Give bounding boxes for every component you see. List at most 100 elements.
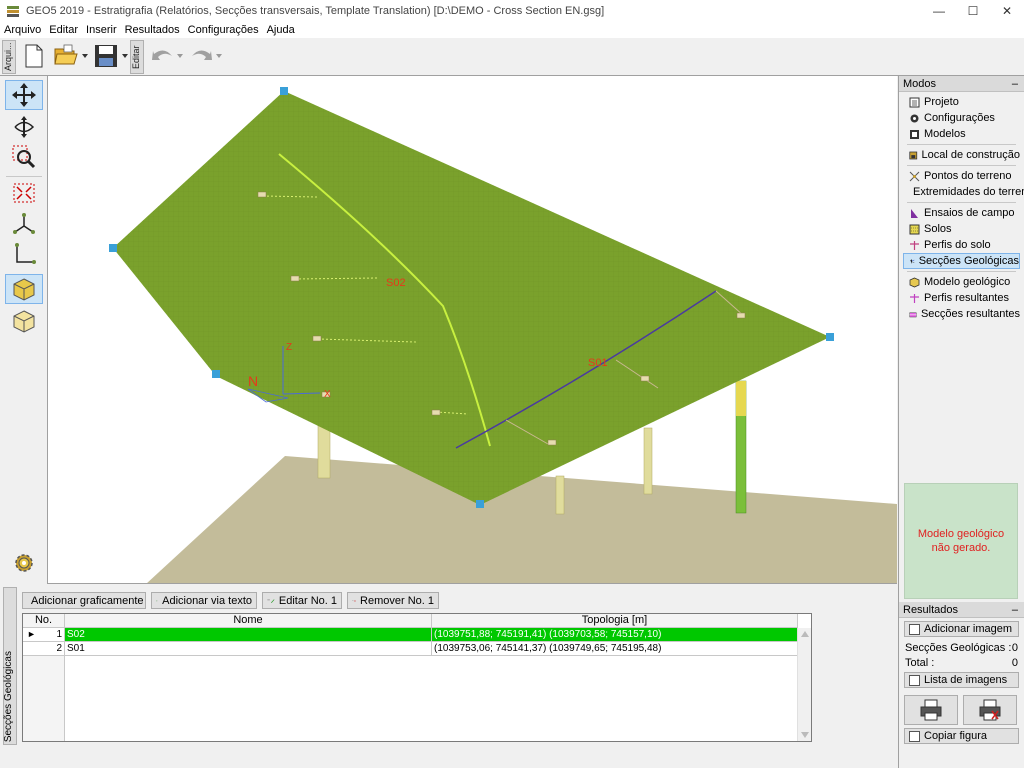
toolbar-tab-file[interactable]: Arqui... (2, 40, 16, 74)
mode-solos[interactable]: Solos (903, 221, 1020, 237)
scroll-down-icon[interactable] (801, 732, 809, 738)
mode-modelos[interactable]: Modelos (903, 126, 1020, 142)
print-export-button[interactable] (963, 695, 1017, 725)
zoom-window-button[interactable] (5, 142, 43, 172)
models-icon (910, 129, 919, 139)
mode-perfis-resultantes[interactable]: Perfis resultantes (903, 290, 1020, 306)
column-header-no[interactable]: No. (23, 614, 65, 628)
terrain-mesh (113, 91, 830, 505)
mode-ensaios-campo[interactable]: Ensaios de campo (903, 205, 1020, 221)
terrain-corner-point[interactable] (476, 500, 484, 508)
borehole-head[interactable] (290, 275, 300, 282)
printer-icon (920, 699, 942, 721)
borehole-head[interactable] (547, 439, 557, 446)
sections-table: No. Nome Topologia [m] ► 1 S02 (1039751,… (22, 613, 812, 742)
move-view-button[interactable] (5, 80, 43, 110)
borehole-head[interactable] (431, 409, 441, 416)
table-row[interactable]: ► 1 S02 (1039751,88; 745191,41) (1039703… (23, 628, 798, 642)
mode-extremidades-terreno[interactable]: Extremidades do terreno (903, 184, 1024, 200)
terrain-corner-point[interactable] (212, 370, 220, 378)
edit-button[interactable]: Editar No. 1 (262, 592, 342, 609)
mode-label: Extremidades do terreno (913, 186, 1024, 198)
menu-ajuda[interactable]: Ajuda (267, 24, 295, 36)
maximize-button[interactable]: ☐ (956, 0, 990, 22)
results-total-row: Total : 0 (899, 655, 1024, 670)
column-header-name[interactable]: Nome (65, 614, 432, 628)
results-sections-row: Secções Geológicas : 0 (899, 640, 1024, 655)
add-graphically-button[interactable]: Adicionar graficamente (22, 592, 146, 609)
print-button[interactable] (904, 695, 958, 725)
undo-icon[interactable] (150, 46, 176, 66)
terrain-corner-point[interactable] (280, 87, 288, 95)
mode-label: Perfis resultantes (924, 292, 1009, 304)
menu-arquivo[interactable]: Arquivo (4, 24, 41, 36)
borehole-head[interactable] (257, 191, 267, 198)
close-button[interactable]: ✕ (990, 0, 1024, 22)
redo-icon[interactable] (188, 46, 214, 66)
borehole-head[interactable] (640, 375, 650, 382)
minimize-button[interactable]: — (922, 0, 956, 22)
save-disk-icon[interactable] (94, 44, 118, 68)
row-name: S02 (65, 628, 432, 642)
mode-seccoes-geologicas[interactable]: Secções Geológicas (903, 253, 1020, 269)
open-dropdown-icon[interactable] (82, 54, 88, 58)
mode-label: Secções Geológicas (918, 255, 1019, 267)
undo-dropdown-icon[interactable] (177, 54, 183, 58)
borehole-head[interactable] (312, 335, 322, 342)
new-file-icon[interactable] (24, 44, 44, 68)
table-vertical-scrollbar[interactable] (797, 628, 811, 741)
mode-label: Modelo geológico (924, 276, 1011, 288)
window-title: GEO5 2019 - Estratigrafia (Relatórios, S… (26, 5, 605, 17)
results-collapse-button[interactable]: – (1012, 604, 1018, 616)
rotate-view-button[interactable] (5, 112, 43, 142)
open-folder-icon[interactable] (54, 44, 80, 68)
save-dropdown-icon[interactable] (122, 54, 128, 58)
modes-collapse-button[interactable]: – (1012, 78, 1018, 90)
3d-viewport[interactable]: S02 S01 Z X N (48, 76, 897, 584)
geological-sections-icon (910, 258, 915, 263)
axes-3d-icon (13, 213, 35, 234)
remove-button[interactable]: Remover No. 1 (347, 592, 439, 609)
menu-editar[interactable]: Editar (49, 24, 78, 36)
redo-dropdown-icon[interactable] (216, 54, 222, 58)
menu-bar: Arquivo Editar Inserir Resultados Config… (0, 22, 1024, 38)
settings-button[interactable] (5, 548, 43, 578)
wire-cube-icon (13, 310, 35, 333)
mode-modelo-geologico[interactable]: Modelo geológico (903, 274, 1020, 290)
mode-local-construcao[interactable]: Local de construção (903, 147, 1020, 163)
bottom-tab-geological-sections[interactable]: Secções Geológicas (3, 587, 17, 745)
add-image-button[interactable]: Adicionar imagem (904, 621, 1019, 637)
mode-configuracoes[interactable]: Configurações (903, 110, 1020, 126)
result-sections-icon (909, 311, 917, 317)
row-name: S01 (65, 642, 432, 656)
mode-perfis-solo[interactable]: Perfis do solo (903, 237, 1020, 253)
menu-configuracoes[interactable]: Configurações (188, 24, 259, 36)
menu-resultados[interactable]: Resultados (125, 24, 180, 36)
terrain-corner-point[interactable] (826, 333, 834, 341)
toolbar-tab-edit[interactable]: Editar (130, 40, 144, 74)
toolbar-separator (6, 176, 42, 177)
add-graphic-label: Adicionar graficamente (31, 594, 144, 607)
image-list-button[interactable]: Lista de imagens (904, 672, 1019, 688)
geological-model-icon (909, 277, 920, 287)
zoom-extents-button[interactable] (5, 178, 43, 208)
mode-seccoes-resultantes[interactable]: Secções resultantes (903, 306, 1020, 322)
add-via-text-button[interactable]: Adicionar via texto (151, 592, 257, 609)
mode-label: Perfis do solo (924, 239, 991, 251)
borehole-head[interactable] (736, 312, 746, 319)
wireframe-view-button[interactable] (5, 306, 43, 336)
axes-2d-button[interactable] (5, 240, 43, 270)
menu-inserir[interactable]: Inserir (86, 24, 117, 36)
axes-3d-button[interactable] (5, 210, 43, 240)
mode-projeto[interactable]: Projeto (903, 94, 1020, 110)
remove-x-icon (352, 599, 356, 602)
terrain-corner-point[interactable] (109, 244, 117, 252)
scroll-up-icon[interactable] (801, 631, 809, 637)
mode-label: Pontos do terreno (924, 170, 1012, 182)
mode-pontos-terreno[interactable]: Pontos do terreno (903, 168, 1020, 184)
table-row[interactable]: 2 S01 (1039753,06; 745141,37) (1039749,6… (23, 642, 798, 656)
copy-figure-button[interactable]: Copiar figura (904, 728, 1019, 744)
solid-view-button[interactable] (5, 274, 43, 304)
column-header-topology[interactable]: Topologia [m] (432, 614, 798, 628)
bottom-panel: Secções Geológicas Adicionar graficament… (0, 585, 897, 768)
